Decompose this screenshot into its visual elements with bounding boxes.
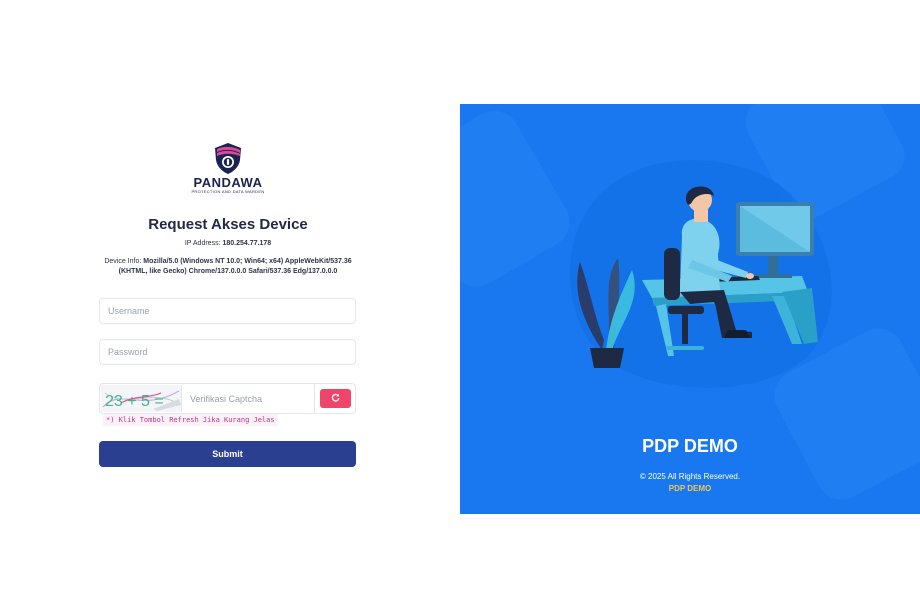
shield-logo-icon xyxy=(215,143,241,174)
device-label: Device Info: xyxy=(104,258,142,265)
captcha-input[interactable] xyxy=(184,388,312,410)
copyright-text: © 2025 All Rights Reserved. xyxy=(639,472,741,481)
ip-value: 180.254.77.178 xyxy=(222,240,272,247)
submit-button[interactable]: Submit xyxy=(99,441,356,467)
logo-tagline: PROTECTION AND DATA WARDEN xyxy=(191,189,265,194)
captcha-image: 23 + 5 = xyxy=(101,385,182,412)
username-input[interactable] xyxy=(99,298,356,324)
password-input[interactable] xyxy=(99,339,356,365)
refresh-captcha-button[interactable] xyxy=(320,389,351,408)
page-title: Request Akses Device xyxy=(148,216,308,233)
captcha-hint: *) Klik Tombol Refresh Jika Kurang Jelas xyxy=(103,414,278,426)
login-panel: PANDAWA PROTECTION AND DATA WARDEN Reque… xyxy=(0,0,460,600)
copyright-link[interactable]: PDP DEMO xyxy=(460,484,920,493)
brand-panel: PDP DEMO © 2025 All Rights Reserved. PDP… xyxy=(460,104,920,514)
person-at-desk-illustration xyxy=(577,186,818,368)
ip-label: IP Address: xyxy=(184,240,221,247)
pandawa-logo: PANDAWA PROTECTION AND DATA WARDEN xyxy=(184,141,272,195)
ip-address-info: IP Address: 180.254.77.178 xyxy=(100,240,356,247)
captcha-group: 23 + 5 = xyxy=(99,383,356,414)
brand-title: PDP DEMO xyxy=(642,436,738,456)
device-value: Mozilla/5.0 (Windows NT 10.0; Win64; x64… xyxy=(118,258,352,275)
device-info: Device Info: Mozilla/5.0 (Windows NT 10.… xyxy=(100,257,356,277)
refresh-icon xyxy=(331,393,340,402)
logo-wordmark: PANDAWA xyxy=(193,175,263,190)
captcha-divider xyxy=(314,384,315,413)
